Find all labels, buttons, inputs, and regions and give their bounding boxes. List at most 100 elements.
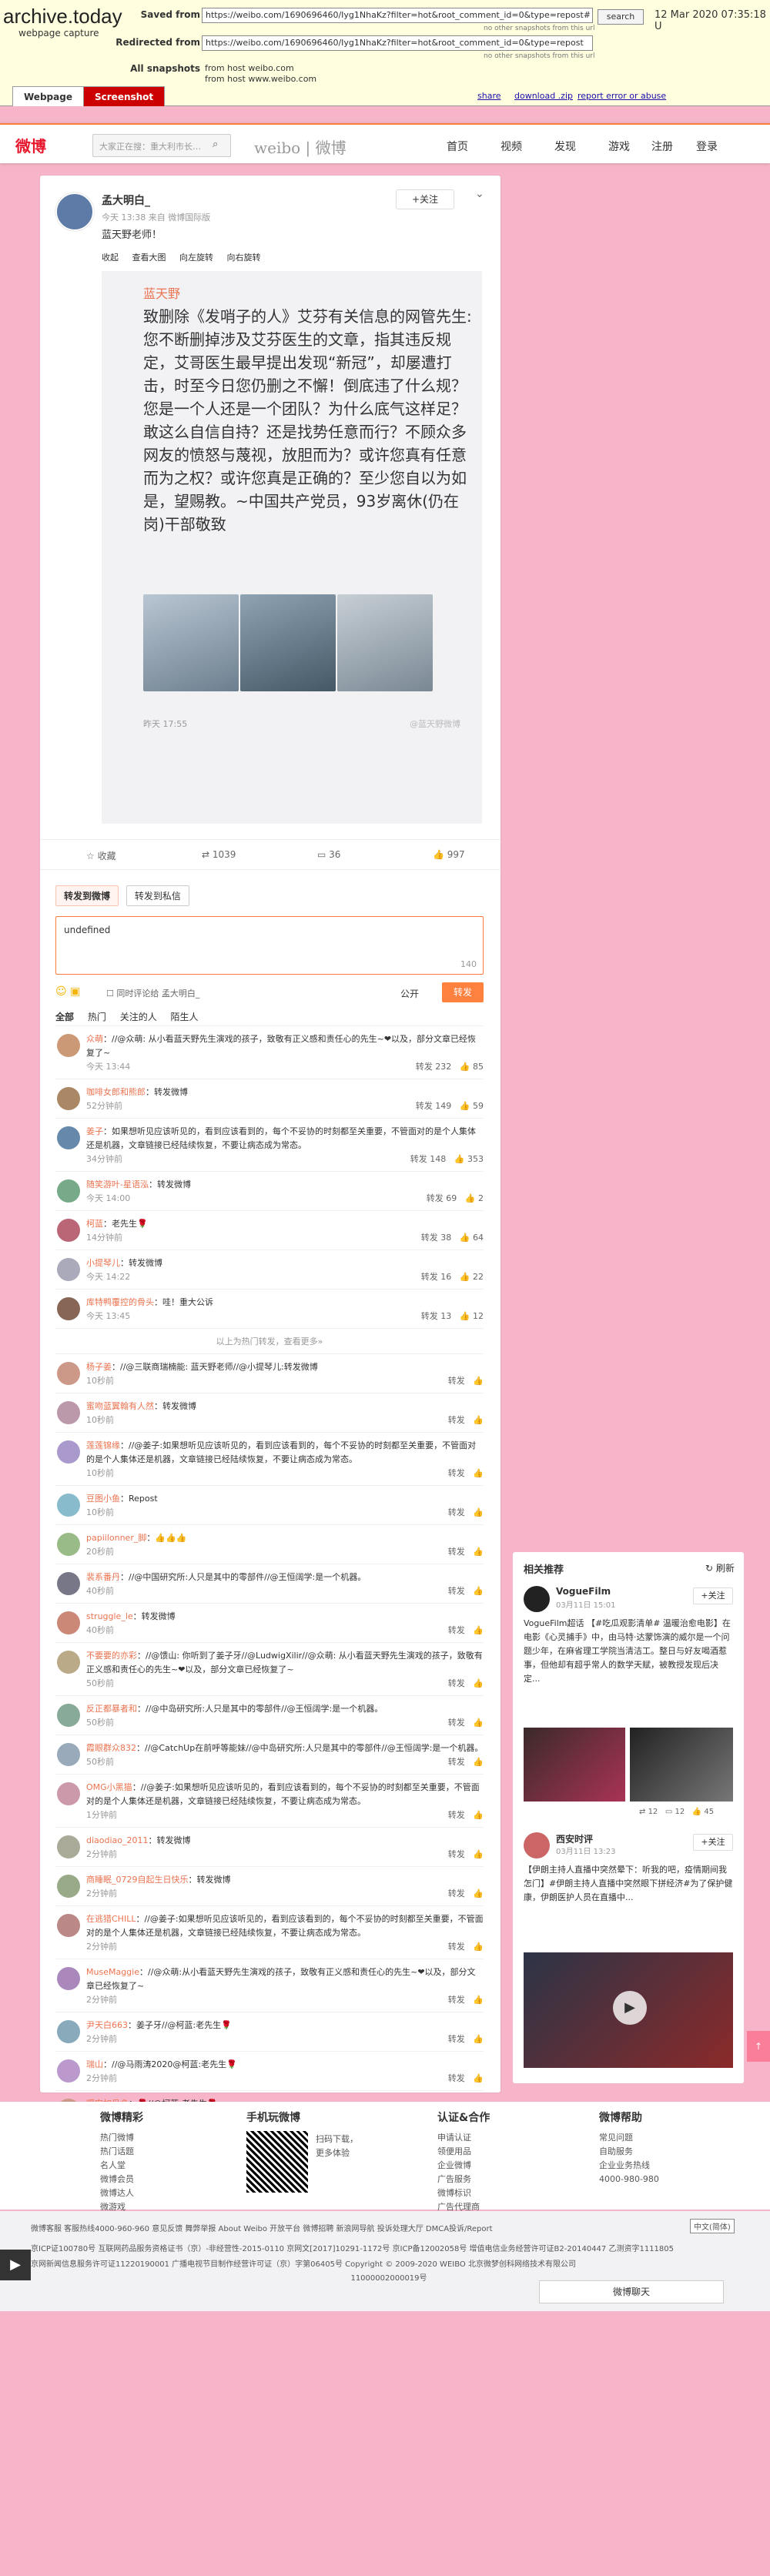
repost-button[interactable]: ⇄ 1039 (202, 849, 236, 860)
chevron-down-icon[interactable]: ⌄ (475, 188, 484, 200)
item-repost[interactable]: 转发 69 (427, 1193, 457, 1203)
item-username[interactable]: papiilonner_脚 (86, 1533, 146, 1543)
tab-repost-weibo[interactable]: 转发到微博 (55, 885, 119, 906)
avatar[interactable] (57, 2059, 80, 2083)
language-select[interactable]: 中文(简体) (690, 2219, 735, 2233)
item-username[interactable]: 蜜吻蓝翼翰有人然 (86, 1401, 154, 1411)
nav-discover[interactable]: 发现 (554, 139, 576, 154)
item-username[interactable]: 尹天白663 (86, 2020, 128, 2030)
thumb-icon[interactable]: 👍 (473, 1586, 484, 1596)
thumb-icon[interactable]: 👍 (454, 1154, 465, 1164)
item-username[interactable]: 裴系番丹 (86, 1572, 120, 1582)
item-repost[interactable]: 转发 (448, 1849, 465, 1859)
nav-register[interactable]: 注册 (651, 139, 673, 154)
item-repost[interactable]: 转发 232 (416, 1062, 452, 1072)
thumb-icon[interactable]: 👍 (460, 1272, 470, 1282)
avatar[interactable] (57, 1743, 80, 1766)
related-card-name[interactable]: VogueFilm (556, 1586, 611, 1597)
avatar[interactable] (524, 1586, 550, 1612)
item-username[interactable]: 反正都暴者和 (86, 1704, 137, 1714)
item-username[interactable]: 库特鸭覆控的骨头 (86, 1297, 154, 1307)
item-username[interactable]: 不要要的亦彩 (86, 1651, 137, 1661)
download-link[interactable]: download .zip (514, 91, 573, 101)
footer-link[interactable]: 名人堂 (100, 2159, 216, 2173)
related-card-image-2[interactable] (630, 1728, 733, 1802)
item-username[interactable]: 姜子 (86, 1126, 103, 1136)
avatar[interactable] (524, 1832, 550, 1858)
item-username[interactable]: MuseMaggie (86, 1967, 139, 1977)
item-repost[interactable]: 转发 (448, 1678, 465, 1688)
avatar[interactable] (57, 1126, 80, 1149)
post-username[interactable]: 孟大明白_ (102, 192, 150, 208)
avatar[interactable] (57, 1219, 80, 1242)
avatar[interactable] (55, 192, 94, 231)
item-username[interactable]: 豆图小鱼 (86, 1494, 120, 1504)
related-card-name[interactable]: 西安时评 (556, 1832, 593, 1845)
repost-submit-button[interactable]: 转发 (442, 982, 484, 1002)
item-username[interactable]: struggle_le (86, 1611, 133, 1621)
item-repost[interactable]: 转发 (448, 1376, 465, 1386)
rotate-right-button[interactable]: 向右旋转 (227, 253, 261, 263)
item-repost[interactable]: 转发 (448, 1586, 465, 1596)
item-username[interactable]: 随笑游叶-星语泓 (86, 1179, 149, 1189)
item-username[interactable]: diaodiao_2011 (86, 1835, 149, 1845)
thumb-icon[interactable]: 👍 (473, 1625, 484, 1635)
search-icon[interactable]: ⌕ (213, 139, 218, 150)
follow-button[interactable]: +关注 (396, 189, 454, 209)
filter-hot[interactable]: 热门 (88, 1012, 106, 1022)
thumb-icon[interactable]: 👍 (473, 1942, 484, 1952)
item-repost[interactable]: 转发 149 (416, 1101, 452, 1111)
thumb-icon[interactable]: 👍 (473, 1889, 484, 1899)
thumb-icon[interactable]: 👍 (473, 1718, 484, 1728)
footer-link[interactable]: 热门话题 (100, 2145, 216, 2159)
view-large-button[interactable]: 查看大图 (132, 253, 166, 263)
avatar[interactable] (57, 1494, 80, 1517)
item-username[interactable]: 小提琴儿 (86, 1258, 120, 1268)
repost-input[interactable]: undefined 140 (55, 916, 484, 975)
item-repost[interactable]: 转发 (448, 1468, 465, 1478)
archive-logo[interactable]: archive.today (3, 5, 122, 28)
item-repost[interactable]: 转发 (448, 2034, 465, 2044)
footer-link[interactable]: 常见问题 (599, 2131, 715, 2145)
thumb-icon[interactable]: 👍 (473, 1678, 484, 1688)
item-repost[interactable]: 转发 (448, 1415, 465, 1425)
repost-count[interactable]: ⇄ 12 (639, 1808, 658, 1816)
tab-webpage[interactable]: Webpage (12, 86, 84, 106)
item-repost[interactable]: 转发 (448, 1995, 465, 2005)
thumb-icon[interactable]: 👍 (473, 2073, 484, 2083)
item-repost[interactable]: 转发 (448, 1547, 465, 1557)
report-link[interactable]: report error or abuse (578, 91, 666, 101)
thumb-icon[interactable]: 👍 (460, 1101, 470, 1111)
footer-link[interactable]: 热门微博 (100, 2131, 216, 2145)
filter-following[interactable]: 关注的人 (120, 1012, 157, 1022)
hot-separator[interactable]: 以上为热门转发，查看更多» (55, 1328, 484, 1353)
item-username[interactable]: 杨子姜 (86, 1362, 112, 1372)
item-repost[interactable]: 转发 (448, 1757, 465, 1767)
play-icon[interactable]: ▶ (613, 1991, 647, 2025)
avatar[interactable] (57, 1362, 80, 1385)
filter-all[interactable]: 全部 (55, 1012, 74, 1022)
item-username[interactable]: 在逃猎CHILL (86, 1914, 136, 1924)
tab-repost-message[interactable]: 转发到私信 (126, 885, 189, 906)
item-repost[interactable]: 转发 16 (421, 1272, 452, 1282)
avatar[interactable] (57, 1914, 80, 1937)
collapse-button[interactable]: 收起 (102, 253, 119, 263)
footer-link[interactable]: 广告服务 (437, 2173, 553, 2186)
thumb-icon[interactable]: 👍 (473, 1415, 484, 1425)
avatar[interactable] (57, 1533, 80, 1556)
item-repost[interactable]: 转发 (448, 2073, 465, 2083)
item-repost[interactable]: 转发 (448, 1507, 465, 1517)
thumb-icon[interactable]: 👍 (473, 1507, 484, 1517)
thumb-icon[interactable]: 👍 (473, 1757, 484, 1767)
quoted-username[interactable]: 蓝天野 (143, 283, 180, 302)
avatar[interactable] (57, 1651, 80, 1674)
item-username[interactable]: 莲莲锦缘 (86, 1440, 120, 1450)
tab-screenshot[interactable]: Screenshot (83, 86, 166, 106)
footer-link[interactable]: 企业业务热线 (599, 2159, 715, 2173)
avatar[interactable] (57, 1258, 80, 1281)
item-repost[interactable]: 转发 38 (421, 1233, 452, 1243)
avatar[interactable] (57, 1875, 80, 1898)
footer-link[interactable]: 企业微博 (437, 2159, 553, 2173)
like-button[interactable]: 👍 997 (433, 849, 465, 860)
redirected-url[interactable]: https://weibo.com/1690696460/Iyg1NhaKz?f… (202, 35, 593, 51)
